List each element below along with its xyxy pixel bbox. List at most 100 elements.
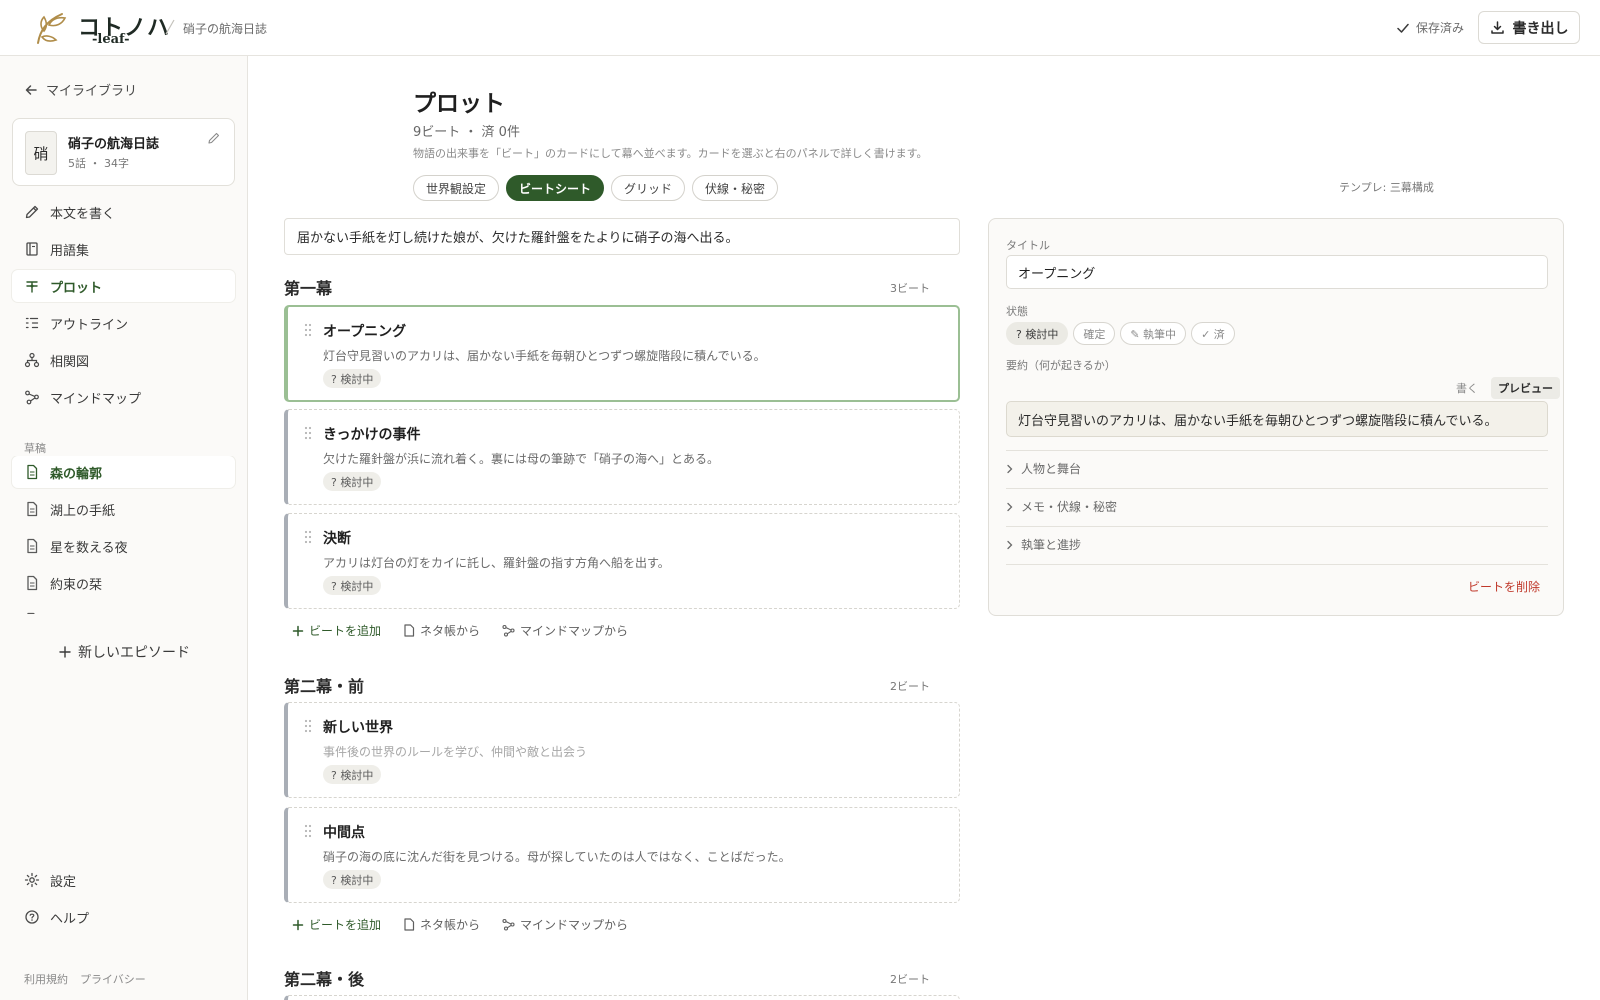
privacy-link[interactable]: プライバシー — [80, 971, 146, 987]
beat-card[interactable]: 中間点 硝子の海の底に沈んだ街を見つける。母が探していたのは人ではなく、ことばだ… — [284, 807, 960, 903]
section-label: メモ・伏線・秘密 — [1021, 500, 1118, 514]
beat-summary: アカリは灯台の灯をカイに託し、羅針盤の指す方角へ船を出す。 — [323, 556, 670, 570]
nav-item-help[interactable]: ヘルプ — [12, 901, 235, 933]
document-icon — [27, 612, 35, 614]
divider — [1006, 488, 1548, 489]
episode-item[interactable]: 帰港 — [12, 604, 235, 614]
tab-foreshadowing[interactable]: 伏線・秘密 — [692, 175, 779, 201]
episode-item[interactable]: 星を数える夜 — [12, 530, 235, 562]
back-link-label: マイライブラリ — [46, 84, 138, 99]
nav-item-mindmap[interactable]: マインドマップ — [12, 381, 235, 413]
status-option-confirmed[interactable]: 確定 — [1073, 322, 1116, 345]
nav-item-settings[interactable]: 設定 — [12, 864, 235, 896]
edit-pencil-icon[interactable] — [207, 131, 221, 145]
beat-card[interactable] — [284, 995, 960, 1000]
new-episode-button[interactable]: 新しいエピソード — [58, 642, 190, 662]
episode-label: 星を数える夜 — [50, 540, 128, 556]
episode-label: 約束の栞 — [50, 577, 103, 593]
nav-item-plot[interactable]: プロット — [12, 270, 235, 302]
nav-item-glossary[interactable]: 用語集 — [12, 233, 235, 265]
status-field-label: 状態 — [1006, 305, 1028, 318]
footer-links: 利用規約 プライバシー — [24, 971, 146, 987]
add-beat-label: ビートを追加 — [309, 918, 382, 932]
help-icon — [25, 910, 39, 924]
add-beat-label: ビートを追加 — [309, 624, 382, 638]
delete-beat-button[interactable]: ビートを削除 — [1468, 578, 1540, 595]
gear-icon — [24, 872, 40, 888]
from-notes-label: ネタ帳から — [420, 624, 481, 638]
note-icon — [404, 918, 415, 931]
breadcrumb-separator-icon — [165, 19, 175, 35]
status-option-writing[interactable]: ✎ 執筆中 — [1120, 322, 1187, 345]
write-mode-button[interactable]: 書く — [1449, 377, 1485, 399]
tab-beat-sheet[interactable]: ビートシート — [506, 175, 605, 201]
episode-list[interactable]: 森の輪郭 湖上の手紙 星を数える夜 約束の栞 — [0, 456, 247, 614]
mindmap-icon — [502, 918, 515, 931]
page-title: プロット — [413, 90, 505, 117]
book-icon — [26, 242, 38, 256]
drag-handle-icon[interactable] — [303, 426, 313, 440]
add-beat-button[interactable]: ビートを追加 — [292, 916, 381, 933]
template-selector[interactable]: テンプレ: 三幕構成 — [1339, 179, 1434, 195]
drag-handle-icon[interactable] — [303, 719, 313, 733]
from-notes-button[interactable]: ネタ帳から — [403, 622, 480, 639]
summary-preview[interactable]: 灯台守見習いのアカリは、届かない手紙を毎朝ひとつずつ螺旋階段に積んでいる。 — [1006, 401, 1548, 437]
from-notes-button[interactable]: ネタ帳から — [403, 916, 480, 933]
status-badge: ? 検討中 — [323, 576, 382, 595]
drag-handle-icon[interactable] — [303, 824, 313, 838]
back-to-library-link[interactable]: マイライブラリ — [24, 80, 137, 99]
episode-label: 湖上の手紙 — [50, 503, 116, 519]
chevron-right-icon — [1007, 502, 1013, 511]
section-toggle-notes[interactable]: メモ・伏線・秘密 — [1006, 498, 1117, 515]
status-option-done[interactable]: ✓ 済 — [1191, 322, 1235, 345]
export-button[interactable]: 書き出し — [1478, 11, 1580, 44]
drag-handle-icon[interactable] — [303, 323, 313, 337]
outline-icon — [25, 317, 39, 329]
beat-card[interactable]: 決断 アカリは灯台の灯をカイに託し、羅針盤の指す方角へ船を出す。 ? 検討中 — [284, 513, 960, 609]
download-icon — [1490, 21, 1504, 34]
project-title: 硝子の航海日誌 — [68, 137, 160, 152]
page-description: 物語の出来事を「ビート」のカードにして幕へ並べます。カードを選ぶと右のパネルで詳… — [413, 147, 928, 160]
terms-link[interactable]: 利用規約 — [24, 971, 68, 987]
beat-card[interactable]: きっかけの事件 欠けた羅針盤が浜に流れ着く。裏には母の筆跡で「硝子の海へ」とある… — [284, 409, 960, 505]
nav-label: 本文を書く — [50, 206, 116, 222]
beat-card[interactable]: オープニング 灯台守見習いのアカリは、届かない手紙を毎朝ひとつずつ螺旋階段に積ん… — [284, 305, 960, 402]
nav-label: 用語集 — [50, 243, 90, 259]
project-card[interactable]: 硝 硝子の航海日誌 5話 ・ 34字 — [12, 118, 235, 186]
episode-label: 帰港 — [50, 611, 76, 615]
beat-summary: 灯台守見習いのアカリは、届かない手紙を毎朝ひとつずつ螺旋階段に積んでいる。 — [323, 349, 766, 363]
mindmap-icon — [25, 390, 39, 405]
drag-handle-icon[interactable] — [303, 530, 313, 544]
section-label: 執筆と進捗 — [1021, 538, 1082, 552]
episode-item[interactable]: 湖上の手紙 — [12, 493, 235, 525]
nav-item-relations[interactable]: 相関図 — [12, 344, 235, 376]
from-mindmap-label: マインドマップから — [520, 624, 629, 638]
tab-grid[interactable]: グリッド — [611, 175, 686, 201]
episode-item[interactable]: 約束の栞 — [12, 567, 235, 599]
beat-title: 決断 — [323, 531, 351, 547]
export-button-label: 書き出し — [1512, 20, 1569, 37]
beat-summary: 硝子の海の底に沈んだ街を見つける。母が探していたのは人ではなく、ことばだった。 — [323, 850, 791, 864]
logline-input[interactable]: 届かない手紙を灯し続けた娘が、欠けた羅針盤をたよりに硝子の海へ出る。 — [284, 218, 960, 255]
title-field-label: タイトル — [1006, 239, 1050, 252]
episode-item[interactable]: 森の輪郭 — [12, 456, 235, 488]
divider — [1006, 564, 1548, 565]
plus-icon — [292, 919, 304, 930]
beat-card[interactable]: 新しい世界 事件後の世界のルールを学び、仲間や敵と出会う ? 検討中 — [284, 702, 960, 798]
status-option-considering[interactable]: ? 検討中 — [1006, 322, 1069, 345]
nav-item-write[interactable]: 本文を書く — [12, 196, 235, 228]
check-icon — [1397, 23, 1409, 33]
beat-title: 新しい世界 — [323, 720, 393, 736]
beat-title-input[interactable]: オープニング — [1006, 255, 1548, 289]
nav-item-outline[interactable]: アウトライン — [12, 307, 235, 339]
preview-mode-button[interactable]: プレビュー — [1491, 377, 1560, 399]
breadcrumb-project[interactable]: 硝子の航海日誌 — [183, 20, 267, 37]
add-beat-button[interactable]: ビートを追加 — [292, 622, 381, 639]
section-toggle-characters[interactable]: 人物と舞台 — [1006, 460, 1081, 477]
from-mindmap-button[interactable]: マインドマップから — [502, 916, 628, 933]
tab-world-setting[interactable]: 世界観設定 — [413, 175, 500, 201]
app-logo[interactable]: コトノハ -leaf- — [32, 8, 169, 48]
section-toggle-progress[interactable]: 執筆と進捗 — [1006, 536, 1081, 553]
from-mindmap-button[interactable]: マインドマップから — [502, 622, 628, 639]
plus-icon — [292, 625, 304, 636]
